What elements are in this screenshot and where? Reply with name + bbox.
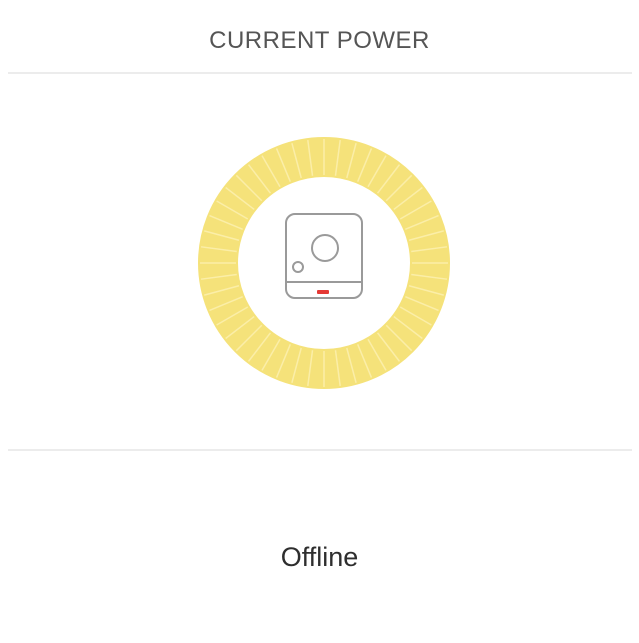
status-indicator-light	[317, 290, 329, 294]
power-gauge	[198, 137, 450, 389]
header-divider	[8, 72, 632, 74]
page-title: CURRENT POWER	[209, 27, 430, 54]
status-area: Offline	[0, 451, 639, 643]
status-label: Offline	[280, 541, 359, 572]
smart-plug-icon	[283, 211, 365, 301]
header: CURRENT POWER	[0, 0, 639, 72]
